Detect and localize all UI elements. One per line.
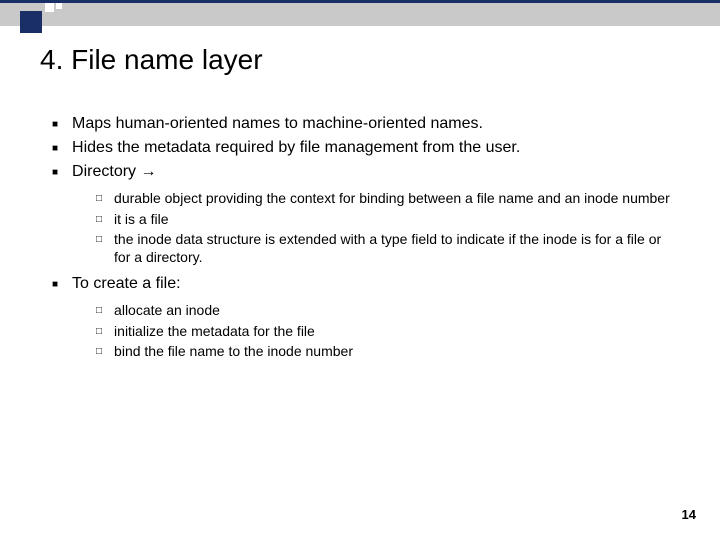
sub-list: □ allocate an inode □ initialize the met…	[96, 302, 672, 361]
hollow-square-bullet-icon: □	[96, 234, 102, 266]
list-item-text: Hides the metadata required by file mana…	[72, 138, 672, 158]
list-item: □ allocate an inode	[96, 302, 672, 320]
list-item-text: Maps human-oriented names to machine-ori…	[72, 114, 672, 134]
list-item-text: initialize the metadata for the file	[114, 323, 672, 341]
list-item-text: allocate an inode	[114, 302, 672, 320]
decorative-header-strip	[0, 0, 720, 26]
strip-top-line	[0, 0, 720, 3]
list-item: □ the inode data structure is extended w…	[96, 231, 672, 266]
list-item-text: bind the file name to the inode number	[114, 343, 672, 361]
list-item: □ it is a file	[96, 211, 672, 229]
square-large	[20, 11, 42, 33]
list-item-text: durable object providing the context for…	[114, 190, 672, 208]
square-bullet-icon: ■	[52, 119, 58, 134]
list-item-text: Directory →	[72, 162, 672, 182]
slide-body: ■ Maps human-oriented names to machine-o…	[52, 114, 672, 369]
list-item-text: To create a file:	[72, 274, 672, 294]
square-small-2	[56, 3, 62, 9]
square-bullet-icon: ■	[52, 279, 58, 294]
sub-list: □ durable object providing the context f…	[96, 190, 672, 266]
slide-title: 4. File name layer	[40, 44, 263, 76]
list-item: □ durable object providing the context f…	[96, 190, 672, 208]
list-item-text: the inode data structure is extended wit…	[114, 231, 672, 266]
square-small-1	[45, 3, 54, 12]
list-item: ■ Maps human-oriented names to machine-o…	[52, 114, 672, 134]
list-item: □ bind the file name to the inode number	[96, 343, 672, 361]
list-item: ■ To create a file:	[52, 274, 672, 294]
list-item: ■ Hides the metadata required by file ma…	[52, 138, 672, 158]
list-item: ■ Directory →	[52, 162, 672, 182]
hollow-square-bullet-icon: □	[96, 346, 102, 361]
hollow-square-bullet-icon: □	[96, 305, 102, 320]
hollow-square-bullet-icon: □	[96, 214, 102, 229]
list-item: □ initialize the metadata for the file	[96, 323, 672, 341]
strip-grey	[0, 0, 720, 26]
square-bullet-icon: ■	[52, 143, 58, 158]
list-item-text: it is a file	[114, 211, 672, 229]
square-bullet-icon: ■	[52, 167, 58, 182]
page-number: 14	[682, 507, 696, 522]
hollow-square-bullet-icon: □	[96, 193, 102, 208]
hollow-square-bullet-icon: □	[96, 326, 102, 341]
